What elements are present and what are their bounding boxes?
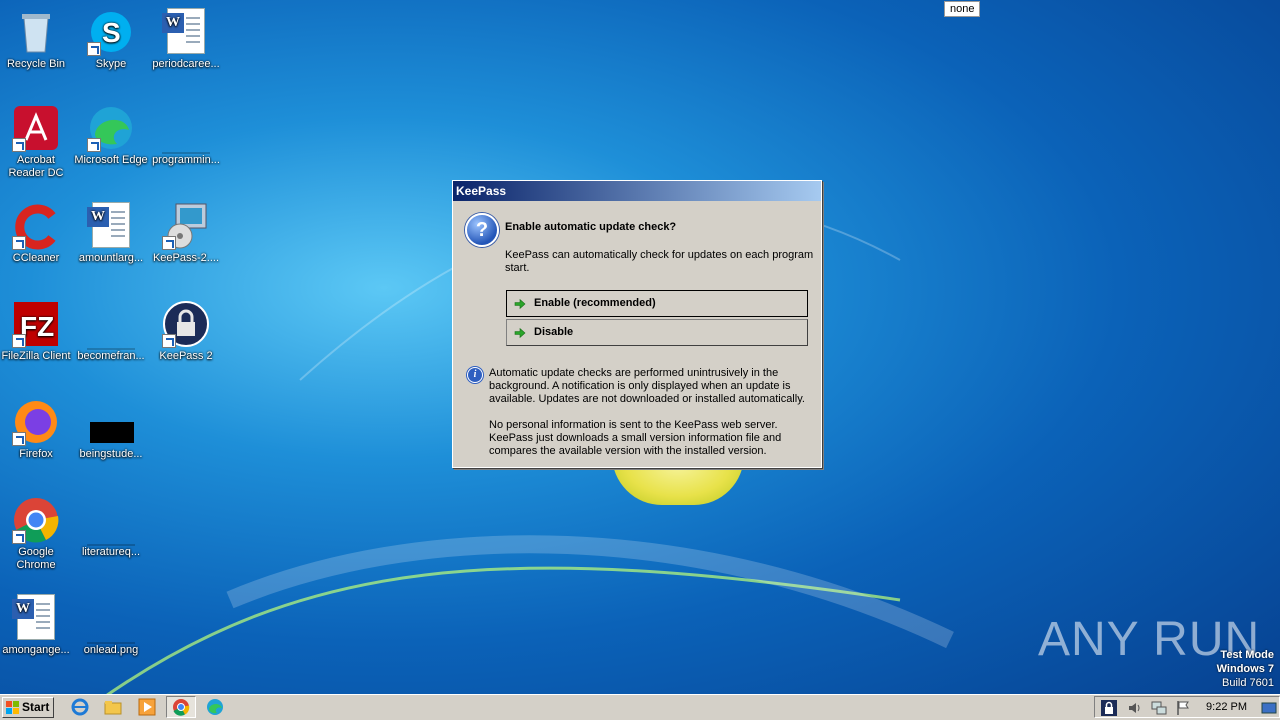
desktop-icon-edge[interactable]: Microsoft Edge xyxy=(73,104,149,167)
test-mode-label: Test Mode Windows 7 Build 7601 xyxy=(1217,648,1274,690)
clock[interactable]: 9:22 PM xyxy=(1206,701,1247,713)
disable-button[interactable]: Disable xyxy=(506,319,808,346)
show-desktop-icon[interactable] xyxy=(1261,700,1277,716)
blank-file-icon xyxy=(162,104,210,154)
none-label: none xyxy=(944,1,981,17)
desktop-icon-beingstude[interactable]: beingstude... xyxy=(73,398,149,461)
content-text: KeePass can automatically check for upda… xyxy=(505,249,814,274)
blank-file-icon xyxy=(87,300,135,350)
windows-version-line: Windows 7 xyxy=(1216,663,1274,675)
desktop-icon-becomefran[interactable]: becomefran... xyxy=(73,300,149,363)
flag-icon[interactable] xyxy=(1175,700,1191,716)
internet-explorer-icon[interactable] xyxy=(71,698,89,716)
test-mode-line: Test Mode xyxy=(1220,649,1274,661)
acrobat-icon xyxy=(12,104,60,152)
shortcut-arrow-icon xyxy=(162,236,176,250)
footer-text-privacy: No personal information is sent to the K… xyxy=(489,419,782,457)
desktop-icon-firefox[interactable]: Firefox xyxy=(0,398,74,461)
ccleaner-icon xyxy=(12,202,60,250)
keepass-update-dialog: KeePass ? Enable automatic update check?… xyxy=(452,180,822,468)
shortcut-arrow-icon xyxy=(162,334,176,348)
edge-icon[interactable] xyxy=(206,698,224,716)
start-label: Start xyxy=(22,700,50,714)
question-icon: ? xyxy=(465,213,499,247)
shortcut-arrow-icon xyxy=(12,530,26,544)
start-button[interactable]: Start xyxy=(2,697,54,718)
chrome-icon xyxy=(173,699,190,716)
desktop-icon-ccleaner[interactable]: CCleaner xyxy=(0,202,74,265)
chrome-icon xyxy=(12,496,60,544)
footer-text-updates: Automatic update checks are performed un… xyxy=(489,367,805,405)
desktop-icon-filezilla[interactable]: FZ FileZilla Client xyxy=(0,300,74,363)
recycle-bin-icon xyxy=(12,8,60,56)
desktop-icon-amongange[interactable]: W amongange... xyxy=(0,594,74,657)
desktop-icon-periodcaree[interactable]: W periodcaree... xyxy=(148,8,224,71)
volume-icon[interactable] xyxy=(1127,700,1143,716)
desktop-icon-chrome[interactable]: Google Chrome xyxy=(0,496,74,572)
keepass-icon xyxy=(162,300,210,348)
desktop-icon-programmin[interactable]: programmin... xyxy=(148,104,224,167)
desktop-icon-recycle-bin[interactable]: Recycle Bin xyxy=(0,8,74,71)
svg-text:S: S xyxy=(102,17,121,48)
desktop-icon-amountlarg[interactable]: W amountlarg... xyxy=(73,202,149,265)
firefox-icon xyxy=(12,398,60,446)
media-player-icon[interactable] xyxy=(138,698,156,716)
blank-file-icon xyxy=(87,496,135,546)
edge-icon xyxy=(87,104,135,152)
desktop-icon-keepass-installer[interactable]: KeePass-2.... xyxy=(148,202,224,265)
shortcut-arrow-icon xyxy=(87,42,101,56)
desktop-icon-acrobat[interactable]: Acrobat Reader DC xyxy=(0,104,74,180)
desktop-icon-keepass[interactable]: KeePass 2 xyxy=(148,300,224,363)
skype-icon: S xyxy=(87,8,135,56)
green-arrow-icon xyxy=(514,327,526,339)
disable-button-label: Disable xyxy=(534,326,574,338)
network-icon[interactable] xyxy=(1151,700,1167,716)
keepass-tray-icon[interactable] xyxy=(1101,700,1117,716)
windows-flag-icon xyxy=(6,701,19,714)
main-instruction: Enable automatic update check? xyxy=(505,221,677,233)
build-line: Build 7601 xyxy=(1222,677,1274,689)
word-document-icon: W xyxy=(87,202,135,250)
desktop-icon-literatureq[interactable]: literatureq... xyxy=(73,496,149,559)
word-document-icon: W xyxy=(12,594,60,642)
info-icon: i xyxy=(467,367,483,383)
taskbar: Start 9:22 PM xyxy=(0,694,1280,720)
shortcut-arrow-icon xyxy=(12,432,26,446)
shortcut-arrow-icon xyxy=(12,334,26,348)
shortcut-arrow-icon xyxy=(12,236,26,250)
image-file-icon xyxy=(87,398,135,446)
blank-file-icon xyxy=(87,594,135,644)
folder-icon[interactable] xyxy=(104,698,122,716)
dialog-title[interactable]: KeePass xyxy=(453,181,821,201)
desktop-icon-skype[interactable]: S Skype xyxy=(73,8,149,71)
installer-icon xyxy=(162,202,210,250)
enable-button[interactable]: Enable (recommended) xyxy=(506,290,808,317)
shortcut-arrow-icon xyxy=(12,138,26,152)
desktop-icon-onlead[interactable]: onlead.png xyxy=(73,594,149,657)
chrome-taskbar-button[interactable] xyxy=(166,696,196,718)
shortcut-arrow-icon xyxy=(87,138,101,152)
filezilla-icon: FZ xyxy=(12,300,60,348)
word-document-icon: W xyxy=(162,8,210,56)
system-tray: 9:22 PM xyxy=(1094,696,1280,718)
enable-button-label: Enable (recommended) xyxy=(534,297,656,309)
green-arrow-icon xyxy=(514,298,526,310)
